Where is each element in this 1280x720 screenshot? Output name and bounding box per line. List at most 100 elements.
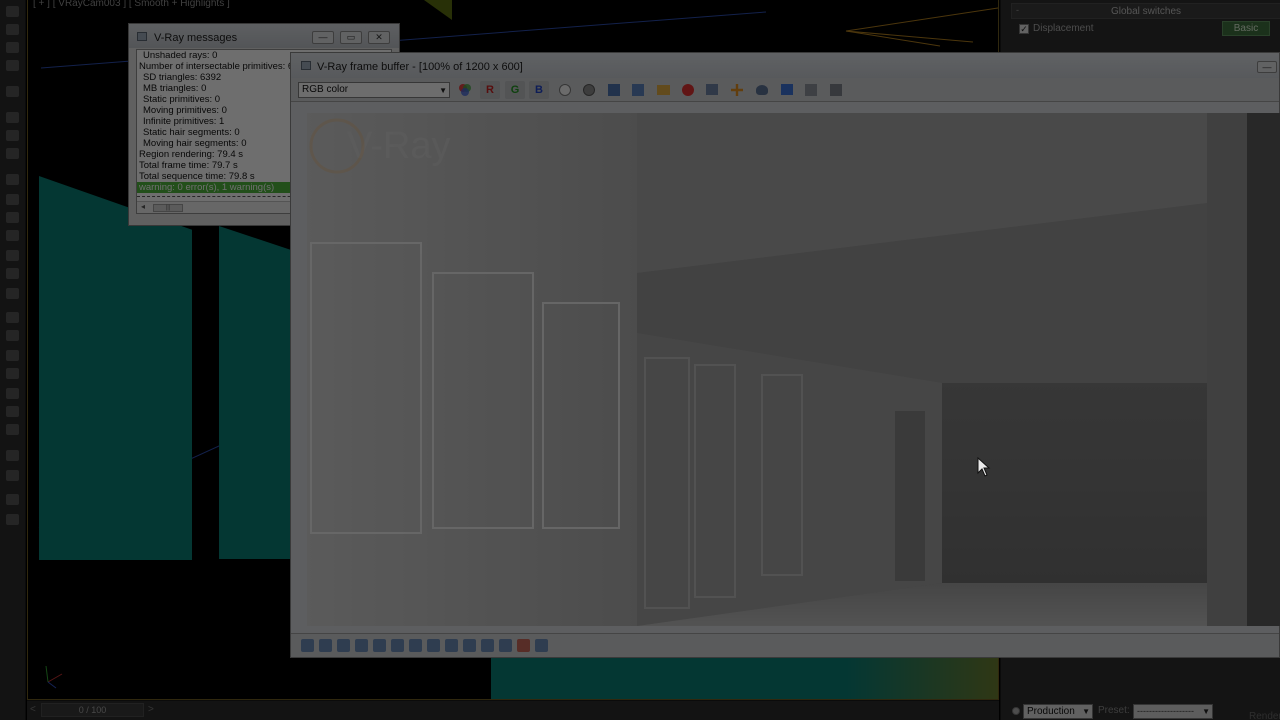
blue-channel-button[interactable]: B	[529, 81, 549, 99]
levels-icon[interactable]	[373, 639, 386, 652]
basic-mode-button[interactable]: Basic	[1222, 21, 1270, 36]
history-icon[interactable]	[301, 639, 314, 652]
material-icon[interactable]	[6, 424, 19, 435]
pixel-info-icon[interactable]	[801, 81, 821, 99]
lens-effects-icon[interactable]	[319, 639, 332, 652]
render-frame-icon[interactable]	[6, 470, 19, 481]
clear-image-icon[interactable]	[678, 81, 698, 99]
channel-value: RGB color	[302, 84, 349, 95]
vray-frame-buffer-window: V-Ray frame buffer - [100% of 1200 x 600…	[290, 52, 1280, 658]
rollout-title[interactable]: Global switches	[1012, 6, 1280, 17]
green-channel-button[interactable]: G	[505, 81, 525, 99]
render-teapot-icon[interactable]	[752, 81, 772, 99]
ab-compare-icon[interactable]	[517, 639, 530, 652]
open-folder-icon[interactable]	[653, 81, 673, 99]
light-icon[interactable]	[6, 268, 19, 279]
link-icon[interactable]	[6, 86, 19, 97]
render-type-value: Production	[1027, 706, 1075, 717]
restore-button[interactable]: ▭	[340, 31, 362, 44]
teal-wall-middle	[219, 226, 299, 559]
monochrome-icon[interactable]	[579, 81, 599, 99]
help-icon[interactable]	[6, 514, 19, 525]
motion-icon[interactable]	[6, 368, 19, 379]
save-image-icon[interactable]	[604, 81, 624, 99]
create-sphere-icon[interactable]	[6, 194, 19, 205]
color-wheel-icon[interactable]	[455, 81, 475, 99]
production-radio[interactable]	[1012, 707, 1020, 715]
mouse-cursor-icon	[977, 457, 991, 477]
axis-gizmo-icon	[45, 665, 63, 689]
main-toolbar	[0, 0, 26, 720]
histogram-icon[interactable]	[481, 639, 494, 652]
frame-buffer-statusbar	[291, 633, 1279, 657]
chevron-down-icon: ▼	[1082, 707, 1090, 716]
hierarchy-icon[interactable]	[6, 350, 19, 361]
scroll-left-icon[interactable]: ◂	[141, 202, 145, 211]
render-label: Render	[1249, 711, 1280, 720]
info-icon[interactable]	[337, 639, 350, 652]
show-correction-icon[interactable]	[777, 81, 797, 99]
time-slider[interactable]: 0 / 100	[41, 703, 144, 717]
script-icon[interactable]	[6, 494, 19, 505]
region-render-icon[interactable]	[702, 81, 722, 99]
close-button[interactable]: ✕	[368, 31, 390, 44]
create-box-icon[interactable]	[6, 174, 19, 185]
alpha-white-icon[interactable]	[555, 81, 575, 99]
messages-titlebar[interactable]: V-Ray messages — ▭ ✕	[129, 24, 399, 48]
curves-icon[interactable]	[391, 639, 404, 652]
frame-buffer-title: V-Ray frame buffer - [100% of 1200 x 600…	[317, 61, 523, 73]
compare-icon[interactable]	[355, 639, 368, 652]
scroll-thumb[interactable]: |||	[153, 204, 183, 212]
render-preset-bar: Production ▼ Preset: ------------------- ▼…	[1009, 703, 1280, 720]
chevron-down-icon: ▼	[439, 86, 447, 95]
minimize-button[interactable]: —	[1257, 61, 1277, 73]
teal-wall-left	[39, 176, 192, 560]
render-type-select[interactable]: Production ▼	[1023, 704, 1093, 719]
rendered-room-image: V-Ray	[307, 113, 1280, 626]
rendered-image[interactable]: V-Ray	[307, 113, 1280, 626]
hsl-icon[interactable]	[445, 639, 458, 652]
timeline-prev-button[interactable]: <	[30, 704, 36, 715]
select-by-name-icon[interactable]	[6, 42, 19, 53]
preset-label: Preset:	[1098, 705, 1130, 716]
scale-icon[interactable]	[6, 148, 19, 159]
global-switches-rollout[interactable]: - Global switches	[1011, 3, 1280, 19]
render-setup-icon[interactable]	[6, 450, 19, 461]
settings-icon[interactable]	[535, 639, 548, 652]
timeline: < 0 / 100 >	[27, 700, 999, 720]
undo-icon[interactable]	[6, 6, 19, 17]
wrench-icon[interactable]	[6, 330, 19, 341]
move-icon[interactable]	[6, 112, 19, 123]
window-icon	[137, 32, 147, 41]
timeline-next-button[interactable]: >	[148, 704, 154, 715]
displacement-label: Displacement	[1033, 23, 1094, 34]
color-balance-icon[interactable]	[463, 639, 476, 652]
create-teapot-icon[interactable]	[6, 230, 19, 241]
layer-icon[interactable]	[6, 60, 19, 71]
preset-select[interactable]: ------------------- ▼	[1133, 704, 1213, 719]
track-mouse-icon[interactable]	[727, 81, 747, 99]
teal-floor	[491, 655, 998, 699]
select-icon[interactable]	[6, 24, 19, 35]
lut-icon[interactable]	[826, 81, 846, 99]
window-icon	[301, 61, 311, 70]
duplicate-icon[interactable]	[628, 81, 648, 99]
rotate-icon[interactable]	[6, 130, 19, 141]
channel-select[interactable]: RGB color ▼	[298, 82, 450, 98]
chevron-down-icon: ▼	[1202, 707, 1210, 716]
camera-icon[interactable]	[6, 288, 19, 299]
white-balance-icon[interactable]	[427, 639, 440, 652]
utilities-icon[interactable]	[6, 406, 19, 417]
displacement-row: ✓ Displacement Basic	[1019, 21, 1280, 37]
red-channel-button[interactable]: R	[480, 81, 500, 99]
modifier-icon[interactable]	[6, 312, 19, 323]
stereo-icon[interactable]	[499, 639, 512, 652]
displacement-checkbox[interactable]: ✓	[1019, 24, 1029, 34]
create-cylinder-icon[interactable]	[6, 212, 19, 223]
create-cone-icon[interactable]	[6, 250, 19, 261]
minimize-button[interactable]: —	[312, 31, 334, 44]
exposure-icon[interactable]	[409, 639, 422, 652]
frame-buffer-toolbar: RGB color ▼ R G B	[291, 78, 1279, 102]
display-icon[interactable]	[6, 388, 19, 399]
frame-buffer-titlebar[interactable]: V-Ray frame buffer - [100% of 1200 x 600…	[291, 53, 1279, 78]
